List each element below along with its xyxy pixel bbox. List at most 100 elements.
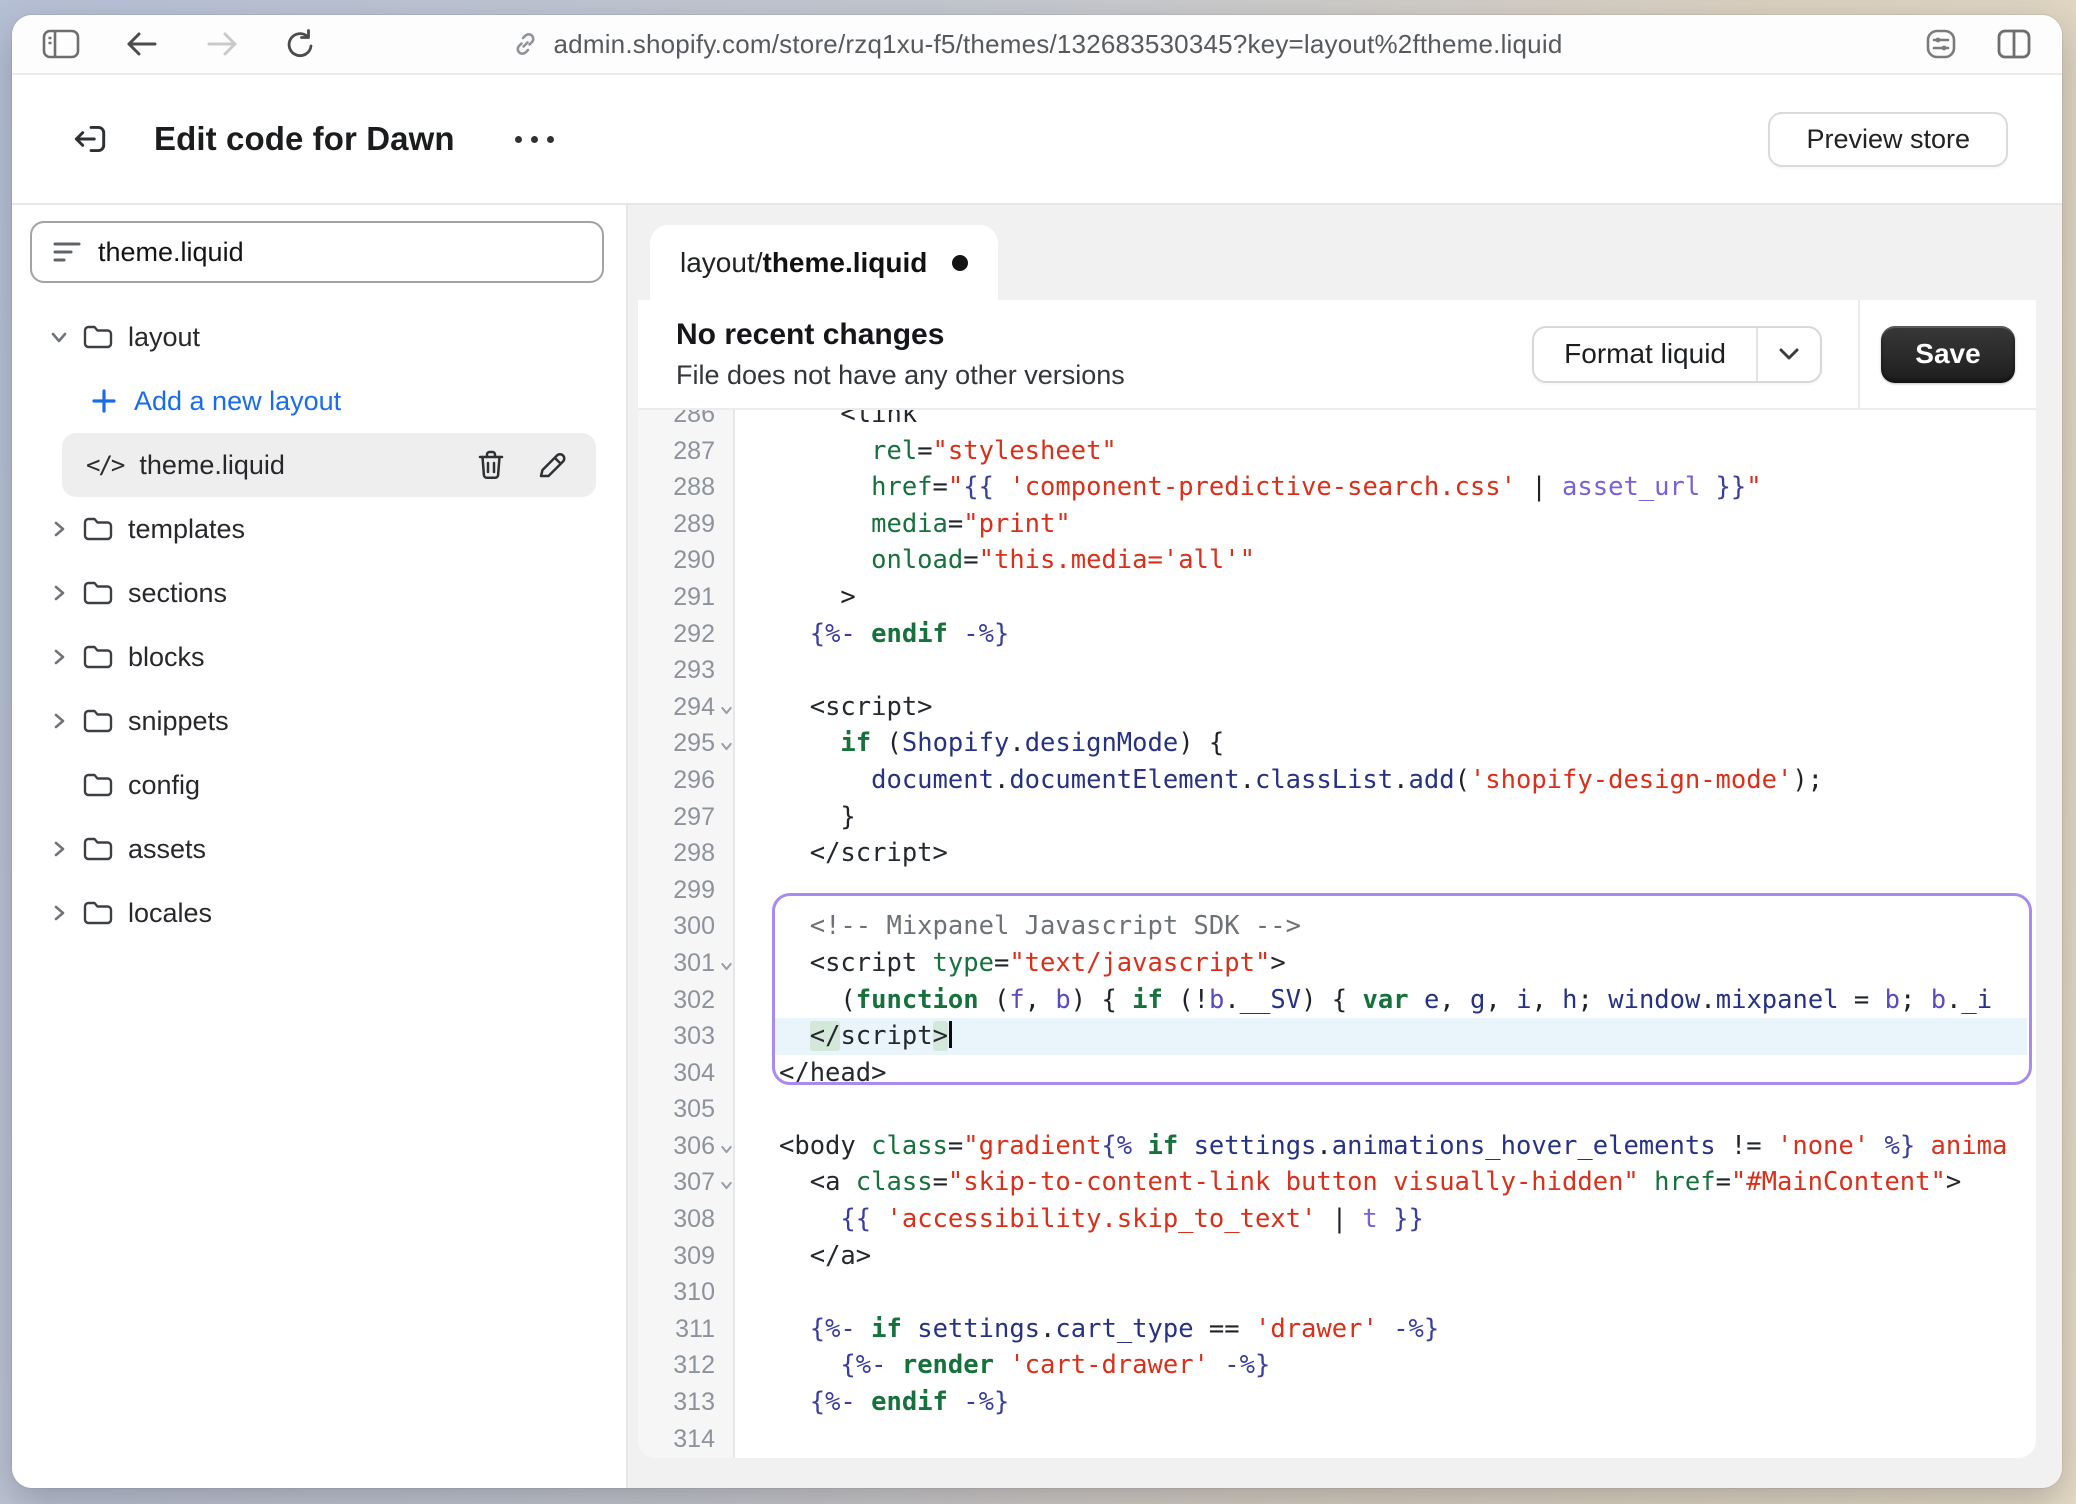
code-line-297[interactable]: 297 } [638, 799, 2036, 836]
folder-label: locales [128, 898, 212, 929]
rename-file-button[interactable] [532, 445, 572, 485]
reload-icon[interactable] [284, 27, 316, 61]
tab-strip: layout/theme.liquid [638, 205, 2036, 300]
code-line-303[interactable]: 303 </script> [638, 1018, 2036, 1055]
chevron-right-icon[interactable] [46, 710, 72, 732]
code-line-288[interactable]: 288 href="{{ 'component-predictive-searc… [638, 469, 2036, 506]
chevron-down-icon[interactable] [46, 326, 72, 348]
code-line-313[interactable]: 313 {%- endif -%} [638, 1384, 2036, 1421]
file-search-input[interactable]: theme.liquid [30, 221, 604, 283]
tab-theme-liquid[interactable]: layout/theme.liquid [650, 225, 998, 300]
line-number: 293 [638, 652, 735, 689]
sidebar-item-templates[interactable]: templates [12, 497, 626, 561]
code-line-text: <!-- Mixpanel Javascript SDK --> [735, 908, 1301, 945]
sidebar-item-add-new-layout[interactable]: Add a new layout [12, 369, 626, 433]
fold-chevron-icon[interactable] [718, 702, 735, 719]
fold-chevron-icon[interactable] [718, 738, 735, 755]
code-line-286[interactable]: 286 <link [638, 410, 2036, 433]
browser-window: admin.shopify.com/store/rzq1xu-f5/themes… [12, 15, 2062, 1488]
code-line-298[interactable]: 298 </script> [638, 835, 2036, 872]
code-editor[interactable]: 286 <link287 rel="stylesheet"288 href="{… [638, 410, 2036, 1458]
sidebar-item-locales[interactable]: locales [12, 881, 626, 945]
code-line-304[interactable]: 304</head> [638, 1055, 2036, 1092]
code-line-299[interactable]: 299 [638, 872, 2036, 909]
chevron-right-icon[interactable] [46, 518, 72, 540]
fold-chevron-icon[interactable] [718, 958, 735, 975]
file-tree: layout Add a new layout</>theme.liquid tem… [12, 305, 626, 945]
exit-icon[interactable] [68, 118, 110, 160]
chevron-right-icon[interactable] [46, 838, 72, 860]
code-line-294[interactable]: 294 <script> [638, 689, 2036, 726]
code-line-296[interactable]: 296 document.documentElement.classList.a… [638, 762, 2036, 799]
code-line-291[interactable]: 291 > [638, 579, 2036, 616]
code-line-295[interactable]: 295 if (Shopify.designMode) { [638, 725, 2036, 762]
split-view-icon[interactable] [1996, 28, 2032, 60]
code-line-text: media="print" [735, 506, 1071, 543]
preview-store-button[interactable]: Preview store [1768, 112, 2008, 167]
code-line-text: <script type="text/javascript"> [735, 945, 1286, 982]
chevron-right-icon[interactable] [46, 582, 72, 604]
sidebar-item-sections[interactable]: sections [12, 561, 626, 625]
format-liquid-label: Format liquid [1534, 328, 1756, 381]
code-line-314[interactable]: 314 [638, 1421, 2036, 1458]
sidebar-toggle-icon[interactable] [42, 28, 80, 60]
browser-toolbar: admin.shopify.com/store/rzq1xu-f5/themes… [12, 15, 2062, 75]
code-line-text: if (Shopify.designMode) { [735, 725, 1224, 762]
delete-file-button[interactable] [472, 445, 510, 485]
fold-chevron-icon[interactable] [718, 1177, 735, 1194]
sidebar-item-layout[interactable]: layout [12, 305, 626, 369]
code-line-290[interactable]: 290 onload="this.media='all'" [638, 542, 2036, 579]
code-line-306[interactable]: 306<body class="gradient{% if settings.a… [638, 1128, 2036, 1165]
file-sidebar: theme.liquid layout Add a new layout</>th… [12, 205, 628, 1488]
code-line-310[interactable]: 310 [638, 1274, 2036, 1311]
code-line-text [735, 652, 779, 689]
code-line-text: (function (f, b) { if (!b.__SV) { var e,… [735, 982, 1992, 1019]
fold-chevron-icon[interactable] [718, 1141, 735, 1158]
chevron-right-icon[interactable] [46, 646, 72, 668]
code-line-305[interactable]: 305 [638, 1091, 2036, 1128]
unsaved-dot [952, 255, 968, 271]
code-line-text [735, 1274, 779, 1311]
code-line-302[interactable]: 302 (function (f, b) { if (!b.__SV) { va… [638, 982, 2036, 1019]
sidebar-item-config[interactable]: config [12, 753, 626, 817]
code-line-text: > [735, 579, 856, 616]
line-number: 308 [638, 1201, 735, 1238]
code-line-308[interactable]: 308 {{ 'accessibility.skip_to_text' | t … [638, 1201, 2036, 1238]
chevron-down-icon[interactable] [1758, 328, 1820, 381]
status-subtitle: File does not have any other versions [676, 360, 1532, 391]
line-number: 295 [638, 725, 735, 762]
code-line-312[interactable]: 312 {%- render 'cart-drawer' -%} [638, 1347, 2036, 1384]
code-line-300[interactable]: 300 <!-- Mixpanel Javascript SDK --> [638, 908, 2036, 945]
editor-toolbar: No recent changes File does not have any… [638, 300, 2036, 410]
code-line-text: <a class="skip-to-content-link button vi… [735, 1164, 1961, 1201]
code-line-289[interactable]: 289 media="print" [638, 506, 2036, 543]
code-line-311[interactable]: 311 {%- if settings.cart_type == 'drawer… [638, 1311, 2036, 1348]
line-number: 313 [638, 1384, 735, 1421]
code-line-309[interactable]: 309 </a> [638, 1238, 2036, 1275]
back-icon[interactable] [124, 29, 160, 59]
code-line-text [735, 1091, 779, 1128]
code-line-287[interactable]: 287 rel="stylesheet" [638, 433, 2036, 470]
address-bar[interactable]: admin.shopify.com/store/rzq1xu-f5/themes… [512, 15, 1563, 73]
sidebar-item-assets[interactable]: assets [12, 817, 626, 881]
sidebar-item-blocks[interactable]: blocks [12, 625, 626, 689]
page-settings-icon[interactable] [1924, 27, 1958, 61]
code-line-292[interactable]: 292 {%- endif -%} [638, 616, 2036, 653]
format-liquid-button[interactable]: Format liquid [1532, 326, 1822, 383]
sidebar-item-theme-liquid[interactable]: </>theme.liquid [62, 433, 596, 497]
code-line-301[interactable]: 301 <script type="text/javascript"> [638, 945, 2036, 982]
code-line-text: document.documentElement.classList.add('… [735, 762, 1823, 799]
folder-label: sections [128, 578, 227, 609]
line-number: 303 [638, 1018, 735, 1055]
forward-icon[interactable] [204, 29, 240, 59]
folder-label: templates [128, 514, 245, 545]
folder-icon [82, 835, 114, 863]
code-line-307[interactable]: 307 <a class="skip-to-content-link butto… [638, 1164, 2036, 1201]
chevron-right-icon[interactable] [46, 902, 72, 924]
code-line-293[interactable]: 293 [638, 652, 2036, 689]
sidebar-item-snippets[interactable]: snippets [12, 689, 626, 753]
more-actions-icon[interactable] [505, 126, 564, 153]
line-number: 299 [638, 872, 735, 909]
save-button[interactable]: Save [1881, 326, 2014, 383]
folder-label: layout [128, 322, 200, 353]
